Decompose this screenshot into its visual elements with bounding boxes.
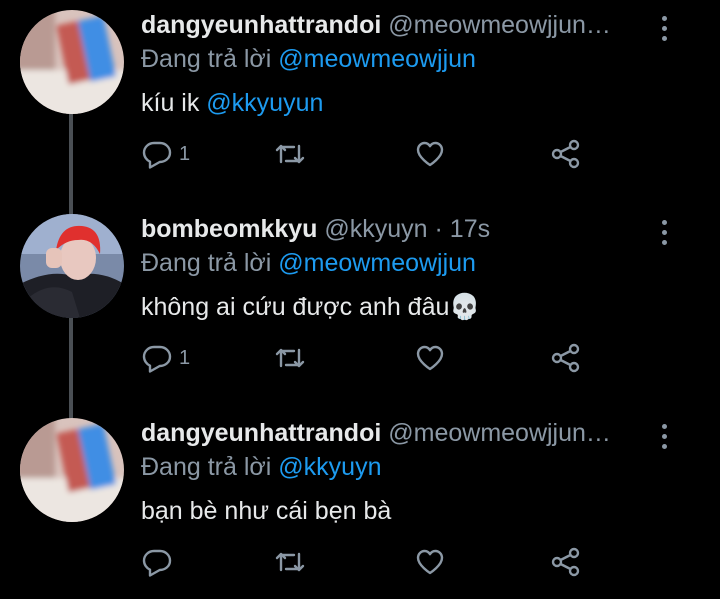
reply-count: 1 <box>179 346 191 369</box>
tweet-mention[interactable]: @kkyuyun <box>206 89 323 117</box>
reply-count: 1 <box>179 142 191 165</box>
retweet-button[interactable] <box>274 542 306 582</box>
share-icon <box>551 343 580 373</box>
avatar[interactable] <box>20 214 124 318</box>
avatar[interactable] <box>20 418 124 522</box>
tweet[interactable]: bombeomkkyu @kkyuyn · 17s Đang trả lời @… <box>0 214 720 404</box>
tweet-text: kíu ik @kkyuyun <box>141 88 323 118</box>
tweet-timestamp[interactable]: · 17s <box>428 215 491 243</box>
tweet-text: bạn bè như cái bẹn bà <box>141 496 391 526</box>
display-name[interactable]: bombeomkkyu <box>141 215 317 243</box>
tweet[interactable]: dangyeunhattrandoi @meowmeowjjun… Đang t… <box>0 418 720 598</box>
share-button[interactable] <box>550 134 582 174</box>
skull-emoji: 💀 <box>449 293 481 321</box>
more-vertical-icon[interactable] <box>656 422 672 450</box>
reply-button[interactable]: 1 <box>141 338 190 378</box>
like-button[interactable] <box>414 338 446 378</box>
user-handle[interactable]: @meowmeowjjun… <box>388 419 611 447</box>
replying-to-mention[interactable]: @meowmeowjjun <box>278 45 476 73</box>
reply-button[interactable]: 1 <box>141 134 190 174</box>
user-handle[interactable]: @kkyuyn <box>324 215 427 243</box>
retweet-button[interactable] <box>274 134 306 174</box>
reply-icon <box>142 345 172 373</box>
tweet-header: dangyeunhattrandoi @meowmeowjjun… <box>141 418 641 448</box>
retweet-button[interactable] <box>274 338 306 378</box>
tweet-text-content: kíu ik <box>141 89 207 117</box>
tweet[interactable]: dangyeunhattrandoi @meowmeowjjun… Đang t… <box>0 10 720 200</box>
display-name[interactable]: dangyeunhattrandoi <box>141 419 381 447</box>
reply-icon <box>142 141 172 169</box>
avatar-image <box>20 214 124 318</box>
reply-button[interactable] <box>141 542 173 582</box>
replying-to: Đang trả lời @meowmeowjjun <box>141 248 476 278</box>
share-button[interactable] <box>550 542 582 582</box>
like-button[interactable] <box>414 134 446 174</box>
avatar-image <box>20 418 124 522</box>
share-button[interactable] <box>550 338 582 378</box>
more-vertical-icon[interactable] <box>656 14 672 42</box>
heart-icon <box>416 141 444 167</box>
replying-to-label: Đang trả lời <box>141 453 272 481</box>
action-bar: 1 <box>141 338 601 378</box>
share-icon <box>551 547 580 577</box>
tweet-text-content: bạn bè như cái bẹn bà <box>141 497 392 525</box>
tweet-text-content: không ai cứu được anh đâu <box>141 293 450 321</box>
heart-icon <box>416 549 444 575</box>
display-name[interactable]: dangyeunhattrandoi <box>141 11 381 39</box>
avatar[interactable] <box>20 10 124 114</box>
tweet-header: dangyeunhattrandoi @meowmeowjjun… <box>141 10 641 40</box>
replying-to-mention[interactable]: @kkyuyn <box>278 453 381 481</box>
action-bar: 1 <box>141 134 601 174</box>
more-vertical-icon[interactable] <box>656 218 672 246</box>
like-button[interactable] <box>414 542 446 582</box>
replying-to: Đang trả lời @kkyuyn <box>141 452 381 482</box>
tweet-header: bombeomkkyu @kkyuyn · 17s <box>141 214 641 244</box>
retweet-icon <box>275 552 305 572</box>
tweet-text: không ai cứu được anh đâu💀 <box>141 292 481 322</box>
replying-to-mention[interactable]: @meowmeowjjun <box>278 249 476 277</box>
user-handle[interactable]: @meowmeowjjun… <box>388 11 611 39</box>
retweet-icon <box>275 348 305 368</box>
reply-icon <box>142 549 172 577</box>
share-icon <box>551 139 580 169</box>
avatar-image <box>20 10 124 114</box>
heart-icon <box>416 345 444 371</box>
retweet-icon <box>275 144 305 164</box>
action-bar <box>141 542 601 582</box>
replying-to-label: Đang trả lời <box>141 249 272 277</box>
replying-to: Đang trả lời @meowmeowjjun <box>141 44 476 74</box>
replying-to-label: Đang trả lời <box>141 45 272 73</box>
